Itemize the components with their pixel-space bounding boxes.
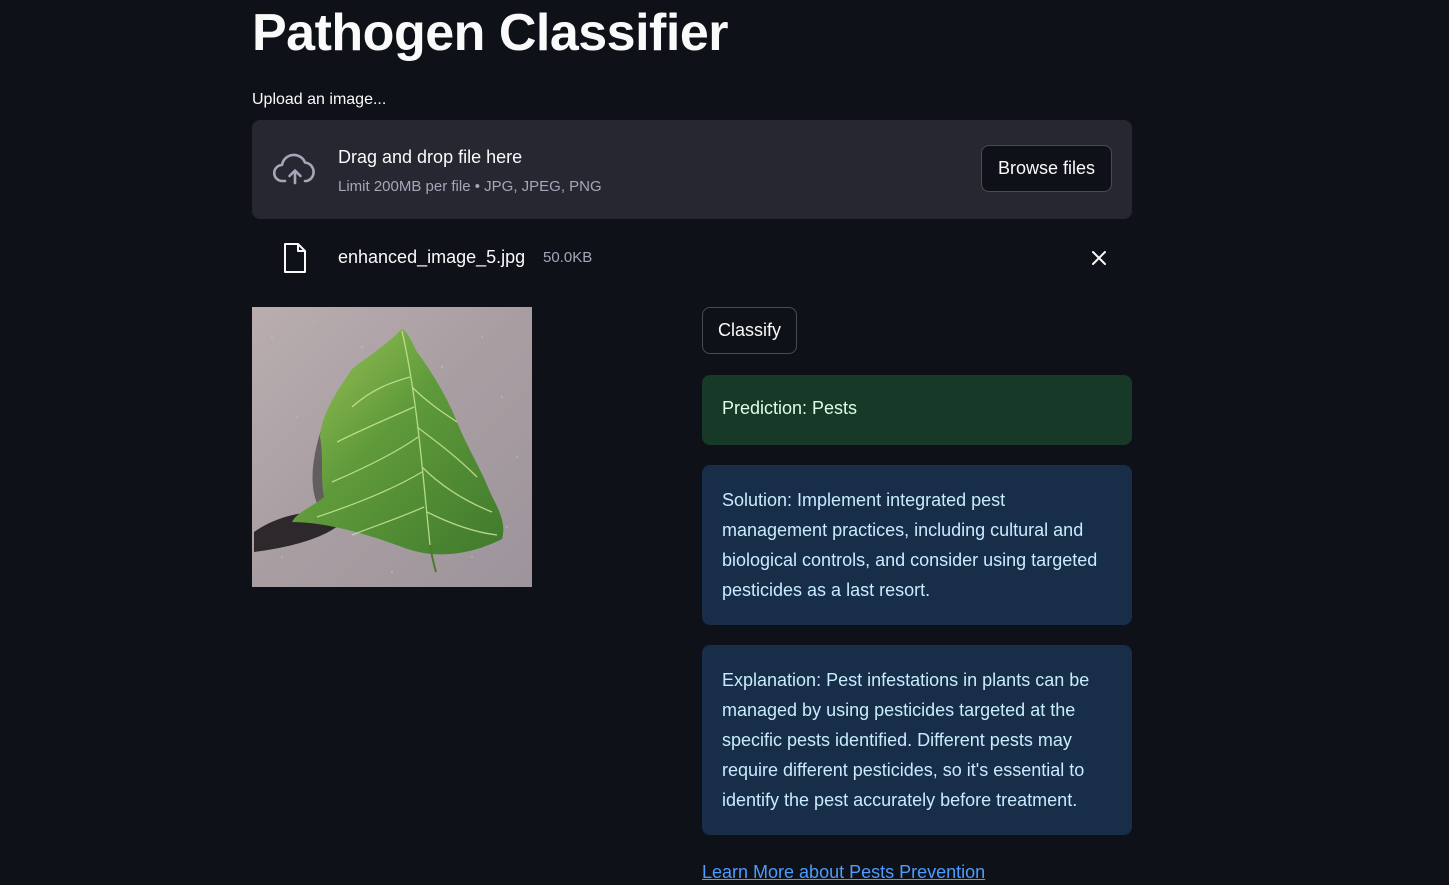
solution-alert: Solution: Implement integrated pest mana… <box>702 465 1132 625</box>
file-dropzone[interactable]: Drag and drop file here Limit 200MB per … <box>252 120 1132 219</box>
uploaded-file-row: enhanced_image_5.jpg 50.0KB <box>252 232 1132 282</box>
classify-button[interactable]: Classify <box>702 307 798 354</box>
uploaded-leaf-image <box>252 307 532 587</box>
explanation-alert: Explanation: Pest infestations in plants… <box>702 645 1132 835</box>
uploaded-file-name: enhanced_image_5.jpg <box>338 247 526 267</box>
upload-label: Upload an image... <box>252 91 387 108</box>
dropzone-limit-text: Limit 200MB per file • JPG, JPEG, PNG <box>338 178 602 195</box>
learn-more-link[interactable]: Learn More about Pests Prevention <box>702 859 985 885</box>
close-icon[interactable] <box>1084 245 1114 271</box>
page-title: Pathogen Classifier <box>252 4 728 62</box>
uploaded-file-size: 50.0KB <box>543 249 593 266</box>
prediction-alert: Prediction: Pests <box>702 375 1132 445</box>
dropzone-instructions: Drag and drop file here <box>338 147 523 167</box>
cloud-upload-icon <box>272 153 315 185</box>
file-icon <box>284 243 306 273</box>
browse-files-button[interactable]: Browse files <box>980 145 1112 192</box>
